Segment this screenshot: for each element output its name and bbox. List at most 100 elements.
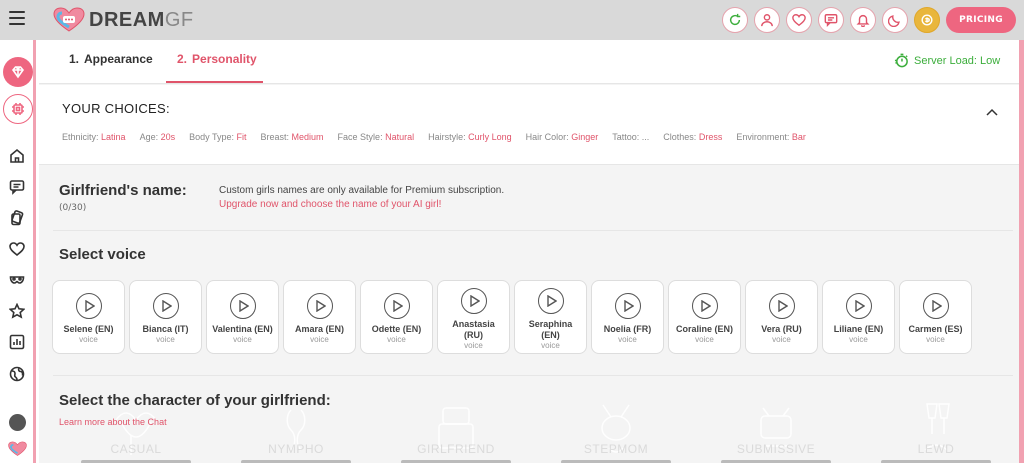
voice-name: Selene (EN) [63, 324, 114, 334]
divider [53, 375, 1013, 376]
coin-icon[interactable] [914, 7, 940, 33]
heart-icon[interactable] [786, 7, 812, 33]
avatar[interactable] [9, 414, 26, 431]
play-icon[interactable] [537, 288, 564, 314]
play-icon[interactable] [922, 293, 949, 319]
character-label: NYMPHO [268, 442, 324, 456]
upgrade-link[interactable]: Upgrade now and choose the name of your … [219, 199, 441, 210]
choice-item: Breast: Medium [260, 132, 324, 142]
name-char-count: (0/30) [59, 203, 87, 213]
play-icon[interactable] [306, 293, 333, 319]
tab-personality[interactable]: 2. Personality [177, 52, 257, 66]
gallery-icon[interactable] [9, 210, 25, 226]
voice-card[interactable]: Bianca (IT) voice [129, 280, 202, 354]
voice-card[interactable]: Noelia (FR) voice [591, 280, 664, 354]
choice-item: Environment: Bar [736, 132, 806, 142]
play-icon[interactable] [460, 288, 487, 314]
tab-appearance[interactable]: 1. Appearance [69, 52, 153, 66]
diamond-icon[interactable] [3, 57, 33, 87]
character-label: CASUAL [110, 442, 162, 456]
voice-name: Valentina (EN) [212, 324, 273, 334]
moon-icon[interactable] [882, 7, 908, 33]
bell-icon[interactable] [850, 7, 876, 33]
voice-sub: voice [387, 335, 406, 344]
voice-sub: voice [464, 341, 483, 350]
character-card-stepmom[interactable]: STEPMOM [541, 390, 691, 463]
menu-icon[interactable] [9, 11, 25, 25]
pricing-button[interactable]: PRICING [946, 7, 1016, 33]
play-icon[interactable] [768, 293, 795, 319]
play-icon[interactable] [691, 293, 718, 319]
voice-sub: voice [541, 341, 560, 350]
left-sidebar [0, 40, 36, 463]
character-card-girlfriend[interactable]: GIRLFRIEND [381, 390, 531, 463]
voice-name: Liliane (EN) [833, 324, 884, 334]
chat-icon[interactable] [818, 7, 844, 33]
voice-card[interactable]: Liliane (EN) voice [822, 280, 895, 354]
steps-tabs: 1. Appearance 2. Personality Server Load: … [39, 40, 1019, 84]
voice-name: Noelia (FR) [603, 324, 652, 334]
brand-heart-icon[interactable] [8, 441, 27, 457]
voice-card[interactable]: Amara (EN) voice [283, 280, 356, 354]
character-card-submissive[interactable]: SUBMISSIVE [701, 390, 851, 463]
character-card-lewd[interactable]: LEWD [861, 390, 1011, 463]
voice-card[interactable]: Selene (EN) voice [52, 280, 125, 354]
user-icon[interactable] [754, 7, 780, 33]
play-icon[interactable] [614, 293, 641, 319]
logo[interactable]: DREAMGF [53, 7, 194, 33]
voice-name: Coraline (EN) [675, 324, 733, 334]
choice-item: Ethnicity: Latina [62, 132, 126, 142]
select-voice-title: Select voice [59, 246, 146, 263]
choices-list: Ethnicity: Latina Age: 20s Body Type: Fi… [62, 132, 820, 142]
voice-card[interactable]: Vera (RU) voice [745, 280, 818, 354]
play-icon[interactable] [75, 293, 102, 319]
logo-text: DREAMGF [89, 8, 194, 31]
play-icon[interactable] [229, 293, 256, 319]
globe-icon[interactable] [9, 366, 25, 382]
learn-more-link[interactable]: Learn more about the Chat [59, 417, 167, 427]
chip-icon[interactable] [3, 94, 33, 124]
voice-card[interactable]: Odette (EN) voice [360, 280, 433, 354]
stopwatch-icon [894, 53, 908, 68]
voice-sub: voice [695, 335, 714, 344]
voice-sub: voice [926, 335, 945, 344]
voice-card[interactable]: Valentina (EN) voice [206, 280, 279, 354]
star-icon[interactable] [8, 302, 26, 319]
active-tab-indicator [166, 81, 263, 83]
voice-card[interactable]: Seraphina (EN) voice [514, 280, 587, 354]
select-character-title: Select the character of your girlfriend: [59, 392, 331, 409]
stats-icon[interactable] [9, 334, 25, 350]
choice-item: Hairstyle: Curly Long [428, 132, 512, 142]
play-icon[interactable] [152, 293, 179, 319]
voice-grid: Selene (EN) voice Bianca (IT) voice Valent… [52, 280, 972, 354]
voice-name: Carmen (ES) [908, 324, 963, 334]
girlfriend-name-section: Girlfriend's name: (0/30) Custom girls n… [39, 166, 1019, 236]
voice-name: Vera (RU) [761, 324, 802, 334]
voice-card[interactable]: Anastasia (RU) voice [437, 280, 510, 354]
choice-item: Face Style: Natural [337, 132, 415, 142]
choice-item: Tattoo: ... [612, 132, 650, 142]
voice-card[interactable]: Coraline (EN) voice [668, 280, 741, 354]
choices-title: YOUR CHOICES: [62, 101, 170, 116]
voice-sub: voice [772, 335, 791, 344]
chevron-up-icon[interactable] [986, 102, 998, 116]
choice-item: Clothes: Dress [663, 132, 723, 142]
voice-name: Anastasia (RU) [452, 319, 495, 340]
messages-icon[interactable] [9, 179, 25, 195]
voice-card[interactable]: Carmen (ES) voice [899, 280, 972, 354]
play-icon[interactable] [383, 293, 410, 319]
voice-name: Seraphina (EN) [528, 319, 573, 340]
character-label: GIRLFRIEND [417, 442, 495, 456]
voice-sub: voice [156, 335, 175, 344]
logo-heart-icon [53, 7, 85, 32]
refresh-icon[interactable] [722, 7, 748, 33]
voice-name: Bianca (IT) [142, 324, 189, 334]
voice-sub: voice [310, 335, 329, 344]
main-content: 1. Appearance 2. Personality Server Load: … [39, 40, 1019, 463]
favorites-icon[interactable] [9, 241, 25, 257]
character-label: LEWD [917, 442, 955, 456]
play-icon[interactable] [845, 293, 872, 319]
mask-icon[interactable] [9, 272, 25, 288]
girlfriend-name-title: Girlfriend's name: [59, 182, 187, 199]
home-icon[interactable] [9, 148, 25, 164]
